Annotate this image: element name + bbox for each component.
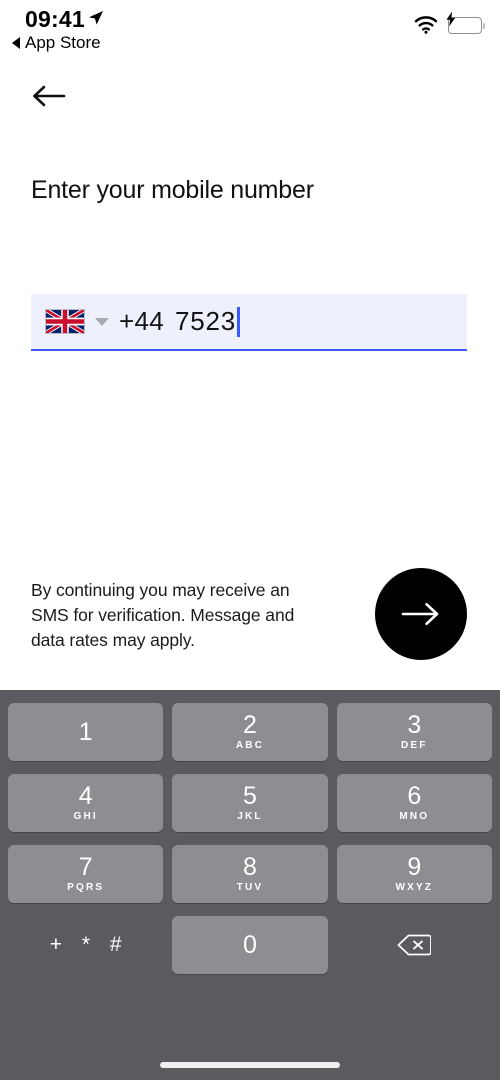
triangle-left-icon bbox=[12, 37, 20, 49]
key-8[interactable]: 8 TUV bbox=[172, 845, 328, 903]
key-symbols-label: + * # bbox=[49, 933, 129, 956]
key-digit: 4 bbox=[78, 782, 93, 810]
keypad-row-2: 4 GHI 5 JKL 6 MNO bbox=[0, 774, 500, 832]
key-2[interactable]: 2 ABC bbox=[172, 703, 328, 761]
key-letters: DEF bbox=[401, 740, 428, 751]
keypad-row-1: 1 2 ABC 3 DEF bbox=[0, 703, 500, 761]
key-7[interactable]: 7 PQRS bbox=[8, 845, 164, 903]
location-arrow-icon bbox=[88, 10, 104, 26]
key-0[interactable]: 0 bbox=[172, 916, 328, 974]
key-digit: 0 bbox=[243, 930, 257, 959]
key-letters: WXYZ bbox=[395, 882, 434, 893]
key-digit: 9 bbox=[407, 853, 422, 881]
status-back-to-app[interactable]: App Store bbox=[12, 33, 101, 53]
key-4[interactable]: 4 GHI bbox=[8, 774, 164, 832]
key-digit: 7 bbox=[78, 853, 93, 881]
battery-charging-icon bbox=[446, 11, 485, 34]
status-time: 09:41 bbox=[25, 6, 85, 32]
keypad-row-3: 7 PQRS 8 TUV 9 WXYZ bbox=[0, 845, 500, 903]
keypad-rows: 1 2 ABC 3 DEF 4 GHI 5 JKL 6 MNO 7 PQRS 8… bbox=[0, 703, 500, 987]
key-3[interactable]: 3 DEF bbox=[336, 703, 492, 761]
key-letters: GHI bbox=[73, 811, 98, 822]
uk-flag-icon[interactable] bbox=[45, 309, 85, 334]
key-letters: MNO bbox=[399, 811, 430, 822]
key-digit: 1 bbox=[78, 717, 93, 746]
country-dial-code: +44 bbox=[119, 306, 165, 336]
chevron-down-icon[interactable] bbox=[95, 317, 109, 326]
key-digit: 3 bbox=[407, 711, 422, 739]
status-right-group bbox=[414, 11, 485, 34]
phone-number-input[interactable]: 7523 bbox=[175, 306, 236, 337]
keypad-row-4: + * # 0 bbox=[0, 916, 500, 974]
arrow-right-icon bbox=[401, 602, 439, 626]
page-title: Enter your mobile number bbox=[31, 176, 314, 204]
key-digit: 6 bbox=[407, 782, 422, 810]
wifi-icon bbox=[414, 16, 438, 34]
key-letters: TUV bbox=[236, 882, 264, 893]
key-letters: ABC bbox=[235, 740, 265, 751]
key-letters: JKL bbox=[237, 811, 263, 822]
home-indicator bbox=[160, 1062, 340, 1068]
back-button[interactable] bbox=[28, 76, 70, 116]
key-backspace[interactable] bbox=[337, 916, 492, 974]
text-caret bbox=[237, 306, 240, 337]
key-digit: 5 bbox=[243, 782, 257, 810]
key-6[interactable]: 6 MNO bbox=[336, 774, 492, 832]
key-digit: 2 bbox=[243, 711, 257, 739]
key-5[interactable]: 5 JKL bbox=[172, 774, 328, 832]
key-symbols[interactable]: + * # bbox=[8, 916, 163, 974]
key-1[interactable]: 1 bbox=[8, 703, 164, 761]
submit-button[interactable] bbox=[375, 568, 467, 660]
key-letters: PQRS bbox=[67, 882, 105, 893]
backspace-icon bbox=[397, 934, 432, 956]
key-digit: 8 bbox=[243, 853, 257, 881]
phone-number-field[interactable]: +44 7523 bbox=[31, 294, 467, 351]
status-back-label: App Store bbox=[25, 33, 101, 52]
key-9[interactable]: 9 WXYZ bbox=[336, 845, 492, 903]
sms-disclaimer-text: By continuing you may receive an SMS for… bbox=[31, 580, 295, 650]
arrow-left-icon bbox=[33, 85, 66, 107]
status-bar: 09:41 App Store bbox=[0, 0, 500, 62]
numeric-keypad: 1 2 ABC 3 DEF 4 GHI 5 JKL 6 MNO 7 PQRS 8… bbox=[0, 690, 500, 1080]
